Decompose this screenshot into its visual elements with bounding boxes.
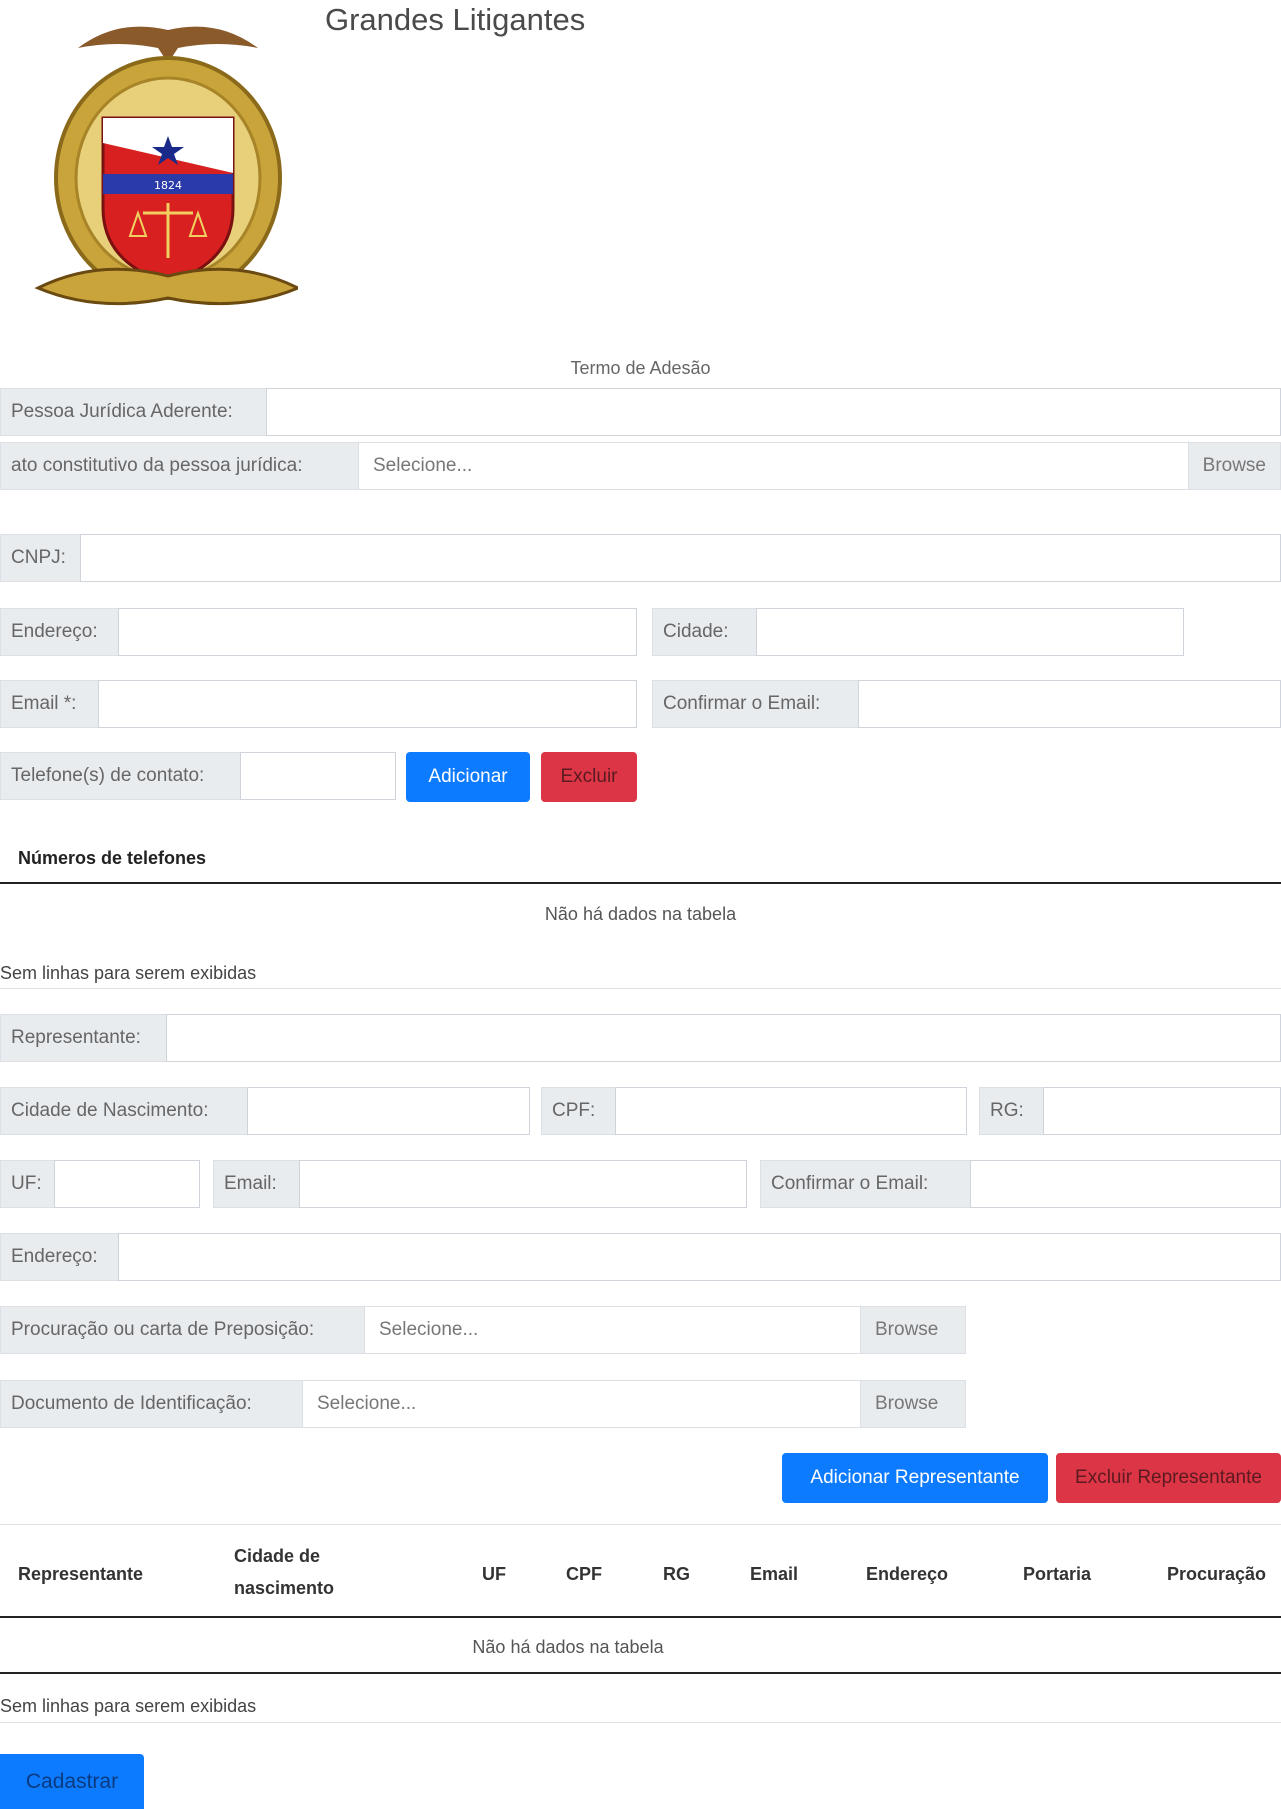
rep-endereco-input[interactable] <box>118 1233 1281 1282</box>
logo-caption: 1824 <box>154 179 182 192</box>
file-placeholder: Selecione... <box>379 1319 479 1340</box>
telefone-label: Telefone(s) de contato: <box>0 752 240 800</box>
cnpj-group: CNPJ: <box>0 534 1281 583</box>
column-header-uf: UF <box>482 1564 506 1584</box>
table-divider <box>0 988 1281 989</box>
rg-input[interactable] <box>1043 1087 1281 1136</box>
rep-endereco-group: Endereço: <box>0 1233 1281 1282</box>
pessoa-juridica-group: Pessoa Jurídica Aderente: <box>0 388 1281 437</box>
column-header-cpf: CPF <box>566 1564 602 1584</box>
cidade-input[interactable] <box>756 608 1187 657</box>
rep-email-input[interactable] <box>299 1160 750 1209</box>
cpf-label: CPF: <box>541 1087 615 1135</box>
telefone-input[interactable] <box>240 752 399 801</box>
rep-email-group: Email: <box>213 1160 750 1209</box>
email-input[interactable] <box>98 680 640 729</box>
excluir-telefone-button[interactable]: Excluir <box>541 752 637 802</box>
uf-input[interactable] <box>54 1160 203 1209</box>
cpf-group: CPF: <box>541 1087 970 1136</box>
endereco-input[interactable] <box>118 608 640 657</box>
column-header-cidade-nascimento: Cidade de nascimento <box>234 1546 335 1598</box>
browse-button[interactable]: Browse <box>1187 443 1280 489</box>
cidade-nascimento-group: Cidade de Nascimento: <box>0 1087 533 1136</box>
column-header-procuracao: Procuração <box>1167 1564 1267 1584</box>
email-group: Email *: <box>0 680 640 729</box>
rg-group: RG: <box>979 1087 1281 1136</box>
representante-input[interactable] <box>166 1014 1281 1063</box>
column-header-representante: Representante <box>18 1564 144 1584</box>
rep-confirmar-email-label: Confirmar o Email: <box>760 1160 970 1208</box>
email-label: Email *: <box>0 680 98 728</box>
pessoa-juridica-input[interactable] <box>266 388 1281 437</box>
cidade-label: Cidade: <box>652 608 756 656</box>
table-divider <box>0 1524 1281 1525</box>
rep-email-label: Email: <box>213 1160 299 1208</box>
documento-group: Documento de Identificação: Selecione...… <box>0 1380 966 1428</box>
table-divider <box>0 1616 1281 1618</box>
phones-table-header: Números de telefones <box>18 848 207 868</box>
cnpj-label: CNPJ: <box>0 534 80 582</box>
procuracao-file-input[interactable]: Selecione... Browse <box>364 1306 966 1354</box>
ato-constitutivo-file-input[interactable]: Selecione... Browse <box>358 442 1281 490</box>
confirmar-email-label: Confirmar o Email: <box>652 680 858 728</box>
representante-label: Representante: <box>0 1014 166 1062</box>
cidade-group: Cidade: <box>652 608 1187 657</box>
representante-group: Representante: <box>0 1014 1281 1063</box>
column-header-email: Email <box>750 1564 799 1584</box>
browse-button[interactable]: Browse <box>860 1381 965 1427</box>
page-title: Grandes Litigantes <box>325 2 586 37</box>
table-divider <box>0 1722 1281 1723</box>
confirmar-email-group: Confirmar o Email: <box>652 680 1281 729</box>
cidade-nascimento-label: Cidade de Nascimento: <box>0 1087 247 1135</box>
cnpj-input[interactable] <box>80 534 1281 583</box>
browse-button[interactable]: Browse <box>860 1307 965 1353</box>
column-header-portaria: Portaria <box>1023 1564 1092 1584</box>
uf-group: UF: <box>0 1160 203 1209</box>
file-placeholder: Selecione... <box>373 455 473 476</box>
phones-info: Sem linhas para serem exibidas <box>0 963 257 983</box>
adicionar-telefone-button[interactable]: Adicionar <box>406 752 530 802</box>
confirmar-email-input[interactable] <box>858 680 1281 729</box>
procuracao-group: Procuração ou carta de Preposição: Selec… <box>0 1306 966 1354</box>
uf-label: UF: <box>0 1160 54 1208</box>
ato-constitutivo-group: ato constitutivo da pessoa jurídica: Sel… <box>0 442 1281 490</box>
phones-empty-message: Não há dados na tabela <box>544 904 737 924</box>
telefone-group: Telefone(s) de contato: <box>0 752 399 801</box>
cadastrar-button[interactable]: Cadastrar <box>0 1754 144 1809</box>
file-placeholder: Selecione... <box>317 1393 417 1414</box>
ato-constitutivo-label: ato constitutivo da pessoa jurídica: <box>0 442 358 490</box>
cidade-nascimento-input[interactable] <box>247 1087 533 1136</box>
table-divider <box>0 1672 1281 1674</box>
rep-empty-message: Não há dados na tabela <box>472 1637 664 1657</box>
rep-confirmar-email-group: Confirmar o Email: <box>760 1160 1281 1209</box>
excluir-representante-button[interactable]: Excluir Representante <box>1056 1453 1281 1503</box>
rep-endereco-label: Endereço: <box>0 1233 118 1281</box>
rep-confirmar-email-input[interactable] <box>970 1160 1281 1209</box>
endereco-label: Endereço: <box>0 608 118 656</box>
coat-of-arms-logo: 1824 <box>18 8 302 328</box>
section-title: Termo de Adesão <box>570 358 711 378</box>
endereco-group: Endereço: <box>0 608 640 657</box>
pessoa-juridica-label: Pessoa Jurídica Aderente: <box>0 388 266 436</box>
rg-label: RG: <box>979 1087 1043 1135</box>
adicionar-representante-button[interactable]: Adicionar Representante <box>782 1453 1048 1503</box>
table-divider <box>0 882 1281 884</box>
documento-file-input[interactable]: Selecione... Browse <box>302 1380 966 1428</box>
documento-label: Documento de Identificação: <box>0 1380 302 1428</box>
procuracao-label: Procuração ou carta de Preposição: <box>0 1306 364 1354</box>
cpf-input[interactable] <box>615 1087 970 1136</box>
column-header-endereco: Endereço <box>866 1564 949 1584</box>
rep-info: Sem linhas para serem exibidas <box>0 1696 257 1716</box>
column-header-rg: RG <box>663 1564 690 1584</box>
